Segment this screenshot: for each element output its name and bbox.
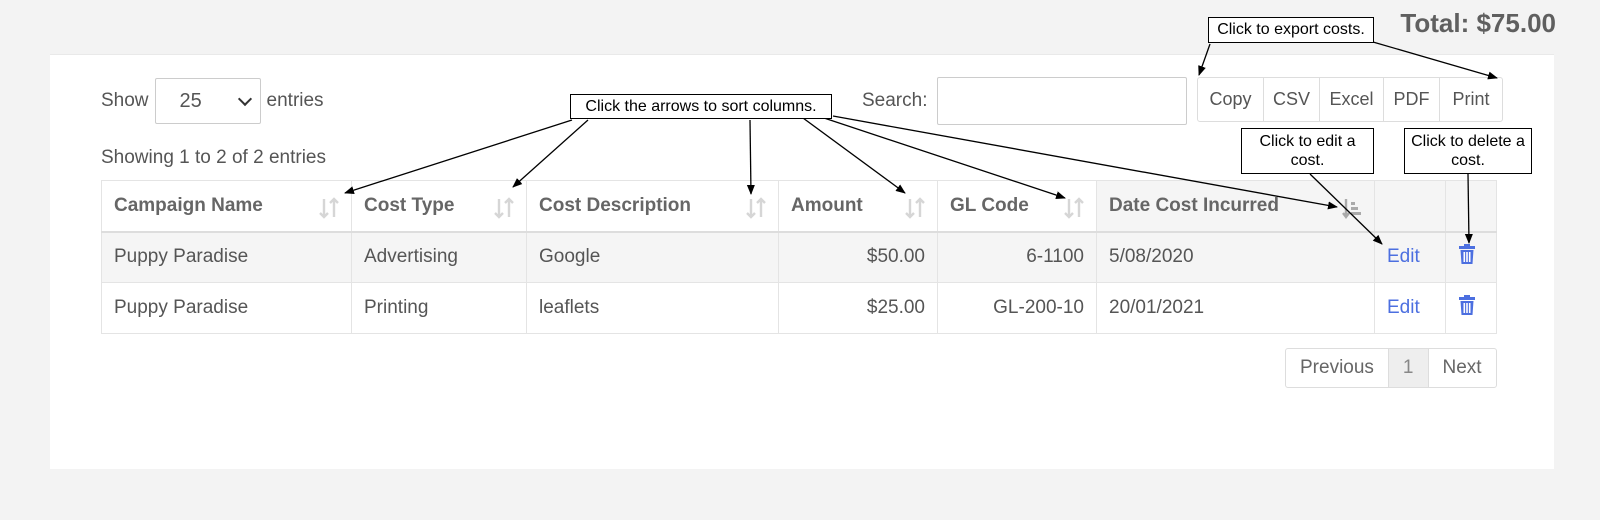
sort-descending-icon[interactable] xyxy=(1342,197,1362,219)
trash-icon[interactable] xyxy=(1458,295,1476,315)
show-label: Show xyxy=(101,90,149,111)
cell-gl-code: GL-200-10 xyxy=(937,282,1097,334)
column-header-label: Campaign Name xyxy=(114,194,263,216)
edit-link[interactable]: Edit xyxy=(1387,246,1420,267)
sort-callout: Click the arrows to sort columns. xyxy=(570,94,832,119)
table-row: Puppy Paradise Printing leaflets $25.00 … xyxy=(101,282,1497,334)
total-amount: Total: $75.00 xyxy=(1400,8,1556,38)
cell-date-cost-incurred: 5/08/2020 xyxy=(1096,231,1375,283)
edit-callout: Click to edit a cost. xyxy=(1241,128,1374,174)
column-header-edit xyxy=(1374,180,1446,232)
costs-table: Campaign Name Cost Type Cost Description… xyxy=(101,180,1497,334)
cell-campaign-name: Puppy Paradise xyxy=(101,231,352,283)
cell-delete xyxy=(1445,231,1497,283)
column-header-date-cost-incurred[interactable]: Date Cost Incurred xyxy=(1096,180,1375,232)
cell-cost-type: Printing xyxy=(351,282,527,334)
entries-select[interactable]: 25 xyxy=(154,78,261,124)
entries-select-value: 25 xyxy=(179,89,202,112)
cell-gl-code: 6-1100 xyxy=(937,231,1097,283)
column-header-cost-type[interactable]: Cost Type xyxy=(351,180,527,232)
search-input[interactable] xyxy=(937,77,1188,125)
cell-edit: Edit xyxy=(1374,231,1446,283)
sort-both-icon[interactable] xyxy=(1064,197,1084,219)
table-info: Showing 1 to 2 of 2 entries xyxy=(101,147,326,168)
delete-callout: Click to delete a cost. xyxy=(1404,128,1532,174)
column-header-label: Amount xyxy=(791,194,863,216)
column-header-gl-code[interactable]: GL Code xyxy=(937,180,1097,232)
next-page-button[interactable]: Next xyxy=(1429,349,1496,387)
column-header-campaign-name[interactable]: Campaign Name xyxy=(101,180,352,232)
cell-cost-description: leaflets xyxy=(526,282,779,334)
pdf-button[interactable]: PDF xyxy=(1384,78,1440,121)
page-1-button[interactable]: 1 xyxy=(1388,349,1429,387)
search-control: Search: xyxy=(862,77,1188,125)
chevron-down-icon xyxy=(237,91,252,106)
previous-page-button[interactable]: Previous xyxy=(1286,349,1389,387)
export-button-group: Copy CSV Excel PDF Print xyxy=(1197,77,1503,122)
table-row: Puppy Paradise Advertising Google $50.00… xyxy=(101,231,1497,283)
cell-amount: $25.00 xyxy=(778,282,938,334)
entries-label: entries xyxy=(266,90,324,111)
sort-both-icon[interactable] xyxy=(905,197,925,219)
column-header-label: Cost Description xyxy=(539,194,692,216)
csv-button[interactable]: CSV xyxy=(1264,78,1320,121)
export-callout: Click to export costs. xyxy=(1208,17,1374,43)
column-header-label: GL Code xyxy=(950,194,1029,216)
cell-cost-type: Advertising xyxy=(351,231,527,283)
cell-amount: $50.00 xyxy=(778,231,938,283)
copy-button[interactable]: Copy xyxy=(1198,78,1264,121)
search-label: Search: xyxy=(862,90,928,111)
column-header-cost-description[interactable]: Cost Description xyxy=(526,180,779,232)
cell-delete xyxy=(1445,282,1497,334)
column-header-label: Date Cost Incurred xyxy=(1109,194,1279,216)
column-header-amount[interactable]: Amount xyxy=(778,180,938,232)
print-button[interactable]: Print xyxy=(1440,78,1502,121)
pagination: Previous 1 Next xyxy=(1285,348,1497,388)
column-header-delete xyxy=(1445,180,1497,232)
excel-button[interactable]: Excel xyxy=(1320,78,1384,121)
edit-link[interactable]: Edit xyxy=(1387,297,1420,318)
sort-both-icon[interactable] xyxy=(319,197,339,219)
cell-campaign-name: Puppy Paradise xyxy=(101,282,352,334)
table-header-row: Campaign Name Cost Type Cost Description… xyxy=(101,180,1497,232)
sort-both-icon[interactable] xyxy=(746,197,766,219)
cell-cost-description: Google xyxy=(526,231,779,283)
column-header-label: Cost Type xyxy=(364,194,455,216)
trash-icon[interactable] xyxy=(1458,244,1476,265)
sort-both-icon[interactable] xyxy=(494,197,514,219)
cell-date-cost-incurred: 20/01/2021 xyxy=(1096,282,1375,334)
entries-length-control: Show 25 entries xyxy=(101,77,324,125)
cell-edit: Edit xyxy=(1374,282,1446,334)
